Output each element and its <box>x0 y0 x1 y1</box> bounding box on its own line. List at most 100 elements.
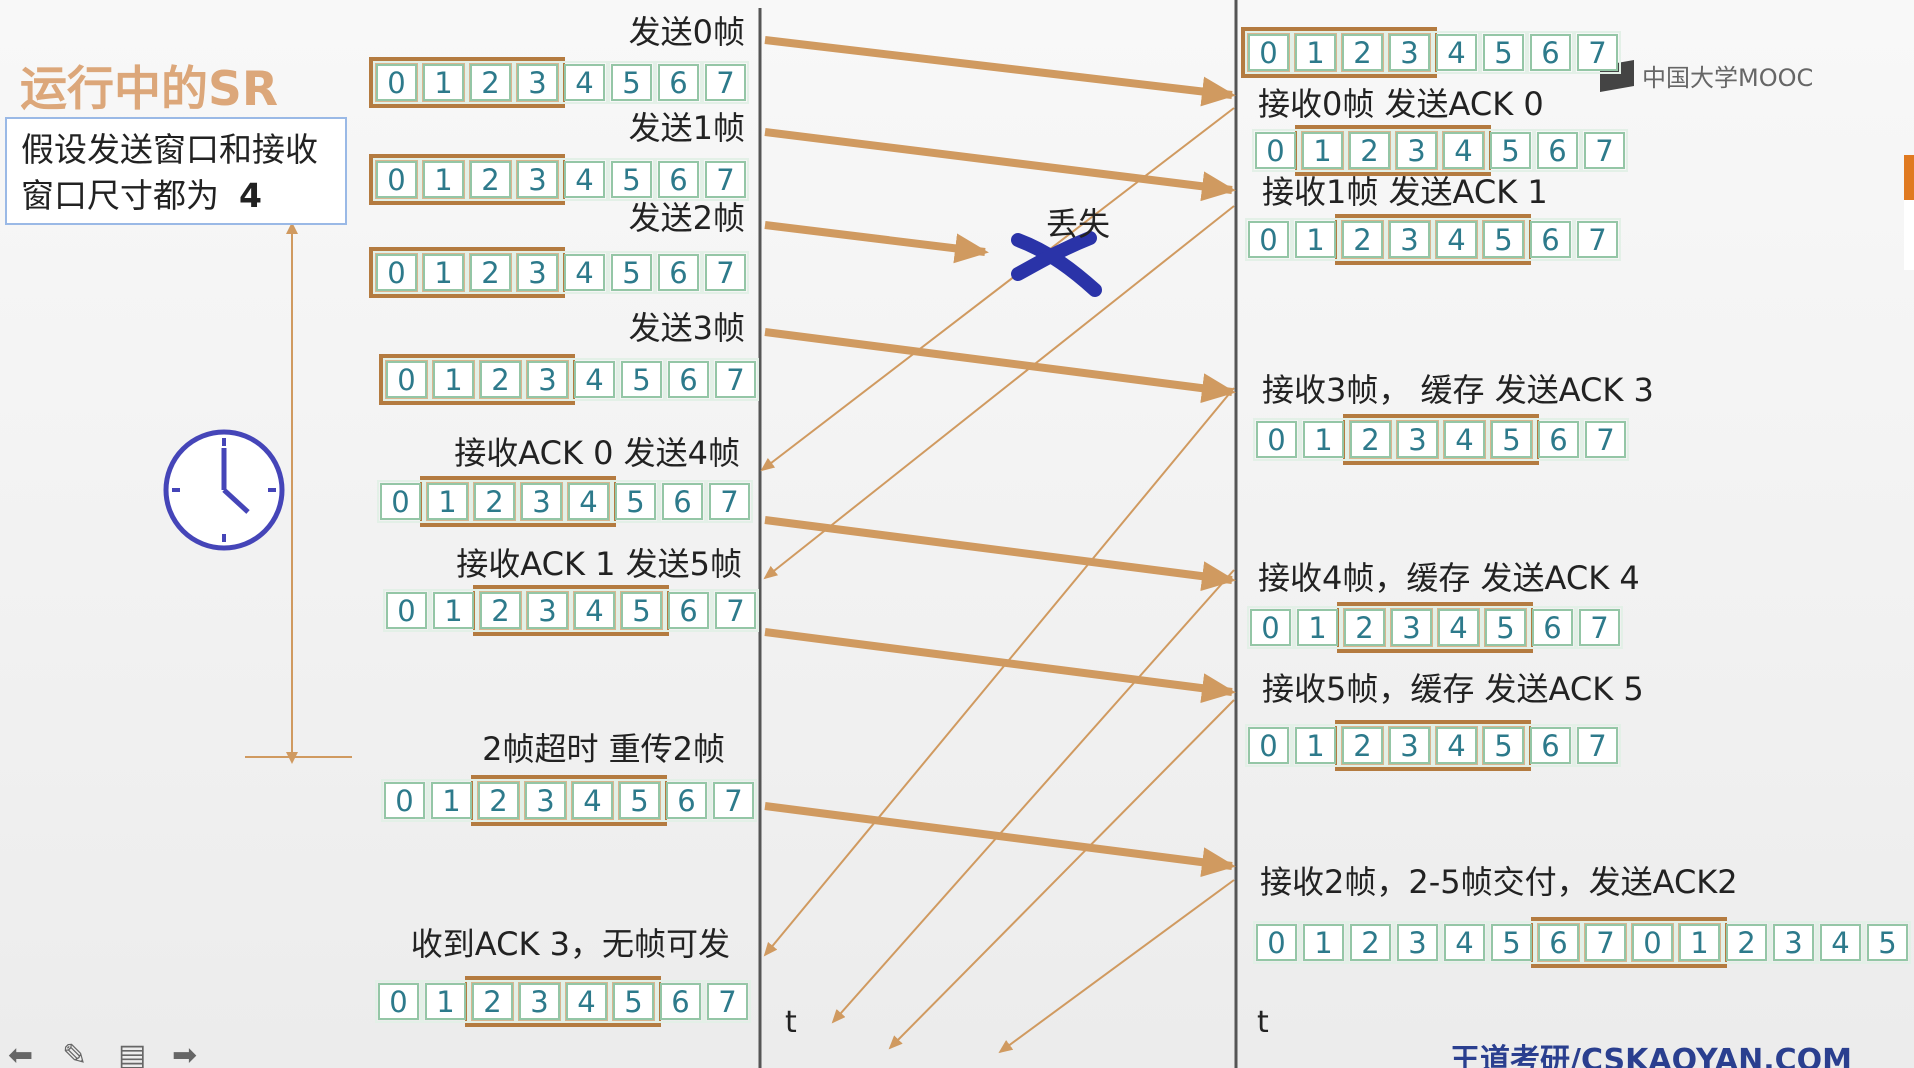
receiver-row-4-cell: 5 <box>1482 606 1529 649</box>
receiver-row-2-cell: 5 <box>1480 218 1527 261</box>
sender-row-6-label: 2帧超时 重传2帧 <box>482 730 725 768</box>
sender-row-3-cell: 6 <box>665 358 712 401</box>
receiver-row-4-cell: 7 <box>1576 606 1623 649</box>
receiver-time-label: t <box>1257 1005 1269 1040</box>
receiver-row-6-cell: 0 <box>1253 921 1300 964</box>
sender-row-7-label: 收到ACK 3，无帧可发 <box>410 925 730 963</box>
sender-row-5-cell: 5 <box>618 589 665 632</box>
receiver-row-5-cell: 3 <box>1386 724 1433 767</box>
sender-row-3-cell: 5 <box>618 358 665 401</box>
receiver-row-0-cell: 3 <box>1386 31 1433 74</box>
sender-row-0-cell: 3 <box>514 61 561 104</box>
receiver-row-0-cell: 5 <box>1480 31 1527 74</box>
receiver-row-0-cell: 6 <box>1527 31 1574 74</box>
menu-icon[interactable]: ▤ <box>118 1038 146 1068</box>
receiver-row-3-cell: 5 <box>1488 418 1535 461</box>
forward-arrow-icon[interactable]: ➡ <box>172 1038 197 1068</box>
sender-row-4-cell: 0 <box>377 480 424 523</box>
receiver-row-5-cell: 6 <box>1527 724 1574 767</box>
receiver-row-2-cell: 2 <box>1339 218 1386 261</box>
sender-row-6-cell: 1 <box>428 779 475 822</box>
lost-x-icon <box>1011 231 1102 297</box>
sender-row-3-label: 发送3帧 <box>628 309 745 347</box>
sender-row-2-cell: 2 <box>467 251 514 294</box>
sender-row-6-cell: 6 <box>663 779 710 822</box>
sender-row-2-cell: 5 <box>608 251 655 294</box>
frame-4-arrow <box>764 516 1236 592</box>
receiver-row-1-cell: 7 <box>1581 129 1628 172</box>
sender-row-5-cell: 1 <box>430 589 477 632</box>
ack-5-arrow <box>888 699 1235 1050</box>
receiver-row-3-sequence: 01234567 <box>1253 414 1632 465</box>
receiver-row-0-sequence: 01234567 <box>1241 27 1624 78</box>
assumption-note: 假设发送窗口和接收窗口尺寸都为 4 <box>5 117 347 225</box>
receiver-row-2-cell: 1 <box>1292 218 1339 261</box>
edge-panel <box>1904 200 1914 270</box>
sender-row-4-cell: 7 <box>706 480 753 523</box>
watermark: 中国大学MOOC <box>1600 58 1813 93</box>
sender-row-6-cell: 7 <box>710 779 757 822</box>
sender-row-0-cell: 1 <box>420 61 467 104</box>
receiver-row-6-cell: 3 <box>1770 921 1817 964</box>
receiver-row-4-cell: 4 <box>1435 606 1482 649</box>
receiver-row-1-sequence: 01234567 <box>1252 125 1631 176</box>
sender-row-6-cell: 4 <box>569 779 616 822</box>
receiver-row-3-cell: 4 <box>1441 418 1488 461</box>
receiver-row-1-label: 接收0帧 发送ACK 0 <box>1258 85 1544 123</box>
receiver-row-5-cell: 2 <box>1339 724 1386 767</box>
back-arrow-icon[interactable]: ⬅ <box>8 1038 33 1068</box>
sender-row-5-sequence: 01234567 <box>383 585 762 636</box>
receiver-row-2-cell: 3 <box>1386 218 1433 261</box>
sender-row-3-cell: 1 <box>430 358 477 401</box>
sender-row-5-label: 接收ACK 1 发送5帧 <box>456 545 742 583</box>
sender-row-6-cell: 5 <box>616 779 663 822</box>
receiver-row-0-cell: 0 <box>1245 31 1292 74</box>
sender-row-5-cell: 2 <box>477 589 524 632</box>
sender-row-7-cell: 6 <box>657 980 704 1023</box>
sender-row-0-sequence: 01234567 <box>369 57 752 108</box>
sender-row-4-cell: 4 <box>565 480 612 523</box>
receiver-row-1-cell: 0 <box>1252 129 1299 172</box>
receiver-row-2-cell: 0 <box>1245 218 1292 261</box>
sender-row-3-cell: 3 <box>524 358 571 401</box>
frame-1-arrow <box>764 128 1236 202</box>
sender-row-7-cell: 2 <box>469 980 516 1023</box>
receiver-row-6-cell: 3 <box>1394 921 1441 964</box>
sender-row-1-cell: 4 <box>561 158 608 201</box>
receiver-row-2-sequence: 01234567 <box>1245 214 1624 265</box>
pen-icon[interactable]: ✎ <box>62 1038 87 1068</box>
receiver-row-0-cell: 7 <box>1574 31 1621 74</box>
sender-row-5-cell: 6 <box>665 589 712 632</box>
sender-row-4-sequence: 01234567 <box>377 476 756 527</box>
receiver-row-1-cell: 3 <box>1393 129 1440 172</box>
sender-row-4-label: 接收ACK 0 发送4帧 <box>454 434 740 472</box>
receiver-row-3-cell: 7 <box>1582 418 1629 461</box>
ack-1-arrow <box>763 205 1235 580</box>
sender-row-4-cell: 2 <box>471 480 518 523</box>
receiver-row-3-cell: 3 <box>1394 418 1441 461</box>
receiver-row-0-cell: 4 <box>1433 31 1480 74</box>
receiver-row-6-label: 接收2帧，2-5帧交付，发送ACK2 <box>1260 863 1738 901</box>
receiver-row-1-cell: 6 <box>1534 129 1581 172</box>
receiver-row-5-cell: 0 <box>1245 724 1292 767</box>
sender-row-1-cell: 1 <box>420 158 467 201</box>
receiver-row-1-cell: 5 <box>1487 129 1534 172</box>
receiver-row-4-cell: 0 <box>1247 606 1294 649</box>
receiver-row-3-cell: 6 <box>1535 418 1582 461</box>
frame-3-arrow <box>764 328 1236 404</box>
sender-row-7-cell: 7 <box>704 980 751 1023</box>
sender-row-1-cell: 2 <box>467 158 514 201</box>
receiver-row-3-label: 接收3帧， 缓存 发送ACK 3 <box>1262 371 1654 409</box>
sender-row-2-sequence: 01234567 <box>369 247 752 298</box>
sender-row-0-label: 发送0帧 <box>628 13 745 51</box>
receiver-row-1-cell: 2 <box>1346 129 1393 172</box>
sender-row-7-cell: 4 <box>563 980 610 1023</box>
receiver-row-2-cell: 6 <box>1527 218 1574 261</box>
sender-row-2-cell: 7 <box>702 251 749 294</box>
sender-row-7-sequence: 01234567 <box>375 976 754 1027</box>
sender-row-7-cell: 0 <box>375 980 422 1023</box>
receiver-row-6-cell: 2 <box>1347 921 1394 964</box>
sr-diagram: 运行中的SR 假设发送窗口和接收窗口尺寸都为 4 中国大学MOOC 丢失 t t … <box>0 0 1914 1068</box>
sender-row-7-cell: 1 <box>422 980 469 1023</box>
receiver-row-4-cell: 1 <box>1294 606 1341 649</box>
